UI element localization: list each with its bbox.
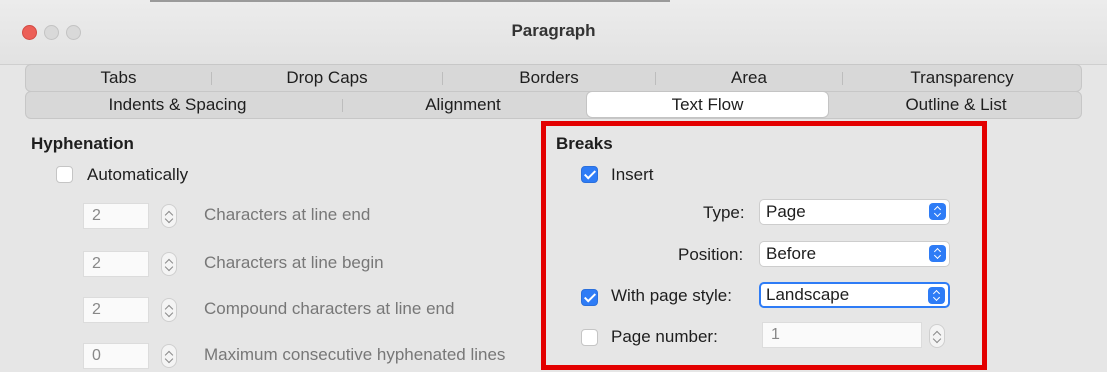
chars-line-end-label: Characters at line end (204, 205, 371, 224)
chars-line-end-stepper-icon[interactable] (161, 204, 177, 228)
compound-chars-field[interactable]: 2 (83, 297, 149, 323)
hyphenation-heading: Hyphenation (31, 134, 134, 153)
title-bar-edge (150, 0, 670, 2)
tab-transparency[interactable]: Transparency (843, 65, 1081, 91)
tab-row-lower: Indents & Spacing Alignment Text Flow Ou… (25, 91, 1082, 119)
breaks-highlight-box (541, 121, 987, 370)
tab-indents-spacing[interactable]: Indents & Spacing (26, 92, 329, 118)
tab-outline-list[interactable]: Outline & List (831, 92, 1081, 118)
chars-line-begin-stepper-icon[interactable] (161, 252, 177, 276)
tab-tabs[interactable]: Tabs (26, 65, 211, 91)
compound-chars-label: Compound characters at line end (204, 299, 455, 318)
title-bar: Paragraph (0, 0, 1107, 65)
compound-chars-stepper-icon[interactable] (161, 298, 177, 322)
tab-borders[interactable]: Borders (443, 65, 655, 91)
tab-area[interactable]: Area (656, 65, 842, 91)
max-hyphenated-lines-stepper-icon[interactable] (161, 344, 177, 368)
tab-text-flow[interactable]: Text Flow (586, 91, 829, 118)
max-hyphenated-lines-field[interactable]: 0 (83, 343, 149, 369)
chars-line-begin-field[interactable]: 2 (83, 251, 149, 277)
window-title: Paragraph (511, 21, 596, 40)
tab-row-upper: Tabs Drop Caps Borders Area Transparency (25, 64, 1082, 92)
chars-line-end-field[interactable]: 2 (83, 203, 149, 229)
max-hyphenated-lines-label: Maximum consecutive hyphenated lines (204, 345, 506, 364)
automatically-label: Automatically (87, 165, 189, 184)
tab-drop-caps[interactable]: Drop Caps (212, 65, 442, 91)
tab-alignment[interactable]: Alignment (343, 92, 583, 118)
automatically-checkbox[interactable] (56, 166, 73, 183)
chars-line-begin-label: Characters at line begin (204, 253, 384, 272)
